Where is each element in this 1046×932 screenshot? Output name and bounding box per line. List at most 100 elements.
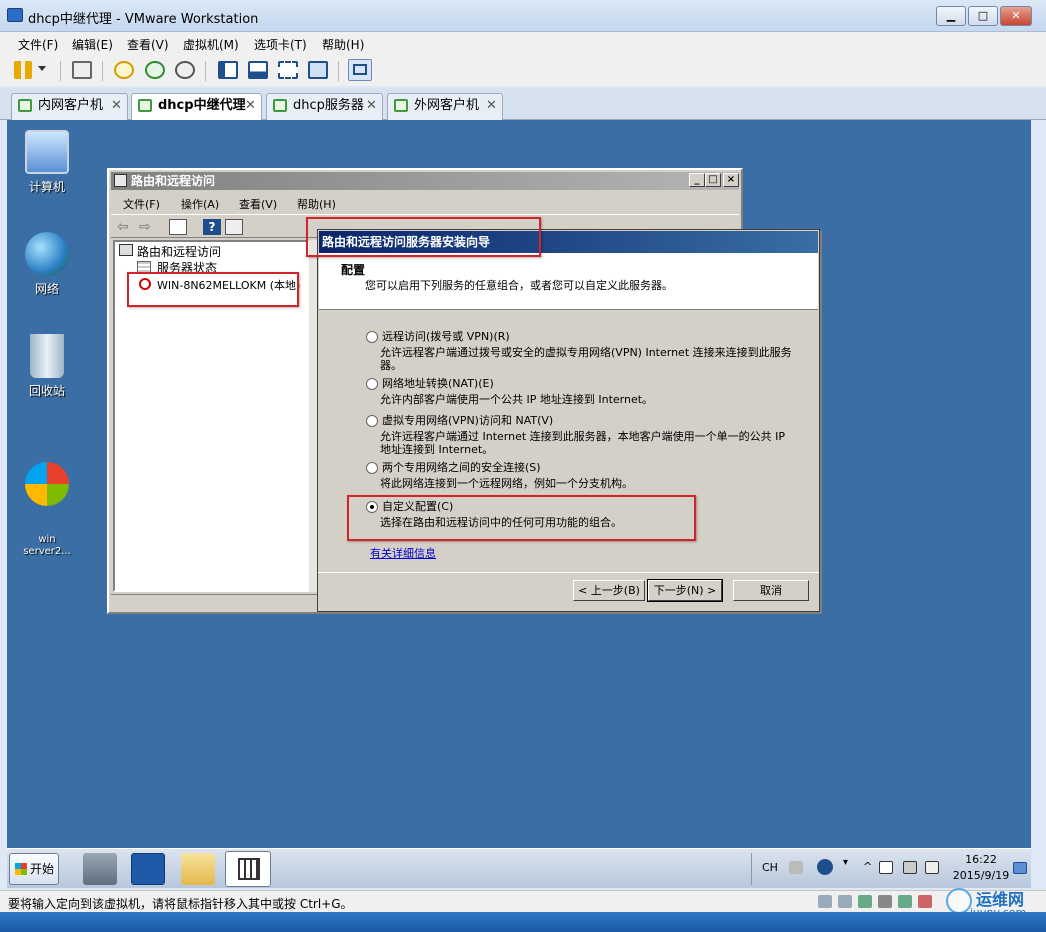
powershell-icon[interactable]	[131, 853, 165, 885]
properties-icon[interactable]	[225, 219, 243, 235]
menu-tabs[interactable]: 选项卡(T)	[254, 36, 307, 53]
menu-view[interactable]: 查看(V)	[127, 36, 169, 53]
radio-nat[interactable]	[366, 378, 378, 390]
hdd-icon[interactable]	[818, 895, 832, 908]
network-tray-icon[interactable]	[903, 861, 917, 874]
tab-close-icon[interactable]: ✕	[111, 94, 122, 118]
option-vpn-nat-label[interactable]: 虚拟专用网络(VPN)访问和 NAT(V)	[382, 414, 553, 427]
option-secure-connection-desc: 将此网络连接到一个远程网络，例如一个分支机构。	[380, 477, 633, 490]
setup-wizard-dialog: 路由和远程访问服务器安装向导 配置 您可以启用下列服务的任意组合，或者您可以自定…	[317, 229, 820, 612]
desktop-icon-win-server[interactable]: win server2...	[7, 438, 87, 582]
mmc-menu-help[interactable]: 帮助(H)	[297, 196, 336, 212]
mmc-maximize-button[interactable]: □	[705, 173, 721, 187]
send-ctrl-alt-del-icon[interactable]	[72, 61, 92, 79]
console-view-icon[interactable]	[348, 59, 372, 81]
dropdown-arrow-icon[interactable]	[38, 66, 46, 71]
routing-taskbar-button[interactable]	[225, 851, 271, 887]
back-button[interactable]: < 上一步(B)	[573, 580, 645, 601]
thumbnail-bar-icon[interactable]	[248, 61, 268, 79]
language-indicator[interactable]: CH	[762, 861, 778, 874]
tree-root[interactable]: 路由和远程访问	[137, 243, 221, 260]
wizard-heading: 配置	[341, 263, 366, 277]
flag-icon[interactable]	[879, 861, 893, 874]
more-info-link[interactable]: 有关详细信息	[370, 545, 436, 561]
desktop-icon-label: 回收站	[28, 384, 65, 398]
full-screen-icon[interactable]	[278, 61, 298, 79]
pause-icon[interactable]	[14, 61, 32, 79]
back-arrow-icon[interactable]: ⇦	[117, 219, 135, 235]
snapshot-icon[interactable]	[114, 61, 134, 79]
network-adapter-icon[interactable]	[858, 895, 872, 908]
mmc-menu-action[interactable]: 操作(A)	[181, 196, 219, 212]
clock-time[interactable]: 16:22	[963, 853, 999, 866]
option-remote-access-desc: 允许远程客户端通过拨号或安全的虚拟专用网络(VPN) Internet 连接来连…	[380, 346, 792, 372]
mmc-close-button[interactable]: ×	[723, 173, 739, 187]
host-taskbar-strip	[0, 912, 1046, 932]
option-nat-desc: 允许内部客户端使用一个公共 IP 地址连接到 Internet。	[380, 393, 654, 406]
vm-icon	[138, 99, 152, 112]
printer-icon[interactable]	[878, 895, 892, 908]
clock-date[interactable]: 2015/9/19	[951, 869, 1011, 882]
radio-vpn-nat[interactable]	[366, 415, 378, 427]
help-icon[interactable]	[817, 859, 833, 875]
show-library-icon[interactable]	[218, 61, 238, 79]
start-button[interactable]: 开始	[9, 853, 59, 885]
tab-label: 内网客户机	[38, 98, 104, 113]
toolbar-separator	[102, 61, 103, 81]
vmware-statusbar: 要将输入定向到该虚拟机，请将鼠标指针移入其中或按 Ctrl+G。	[0, 890, 1046, 912]
mmc-menu-view[interactable]: 查看(V)	[239, 196, 277, 212]
maximize-button[interactable]: □	[968, 6, 998, 26]
window-title: dhcp中继代理 - VMware Workstation	[28, 12, 259, 27]
tab-extranet-client[interactable]: 外网客户机 ✕	[387, 93, 503, 120]
radio-remote-access[interactable]	[366, 331, 378, 343]
menu-edit[interactable]: 编辑(E)	[72, 36, 113, 53]
menu-vm[interactable]: 虚拟机(M)	[183, 36, 239, 53]
show-desktop-icon[interactable]	[1013, 862, 1027, 874]
vm-tab-bar: 内网客户机 ✕ dhcp中继代理 ✕ dhcp服务器 ✕ 外网客户机 ✕	[0, 88, 1046, 121]
mmc-titlebar: 路由和远程访问 _ □ ×	[111, 172, 739, 190]
tab-intranet-client[interactable]: 内网客户机 ✕	[11, 93, 128, 120]
tab-close-icon[interactable]: ✕	[245, 94, 256, 118]
menu-help[interactable]: 帮助(H)	[322, 36, 364, 53]
radio-secure-connection[interactable]	[366, 462, 378, 474]
show-hide-tree-icon[interactable]	[169, 219, 187, 235]
menu-file[interactable]: 文件(F)	[18, 36, 58, 53]
tab-dhcp-relay[interactable]: dhcp中继代理 ✕	[131, 93, 262, 121]
desktop-icon-computer[interactable]: 计算机	[7, 130, 87, 195]
vm-icon	[18, 99, 32, 112]
option-secure-connection-label[interactable]: 两个专用网络之间的安全连接(S)	[382, 461, 541, 474]
revert-snapshot-icon[interactable]	[145, 61, 165, 79]
unity-icon[interactable]	[308, 61, 328, 79]
server-manager-icon[interactable]	[83, 853, 117, 885]
tab-label: 外网客户机	[414, 98, 480, 113]
keyboard-icon[interactable]	[789, 861, 803, 874]
tab-close-icon[interactable]: ✕	[486, 94, 497, 118]
minimize-button[interactable]: ▁	[936, 6, 966, 26]
cd-icon[interactable]	[838, 895, 852, 908]
windows-flag-icon	[15, 863, 27, 875]
cancel-button[interactable]: 取消	[733, 580, 809, 601]
sound-icon[interactable]	[918, 895, 932, 908]
option-nat-label[interactable]: 网络地址转换(NAT)(E)	[382, 377, 494, 390]
forward-arrow-icon[interactable]: ⇨	[139, 219, 157, 235]
mmc-minimize-button[interactable]: _	[689, 173, 705, 187]
wizard-divider	[318, 572, 819, 573]
help-icon[interactable]: ?	[203, 219, 221, 235]
desktop-icon-recycle-bin[interactable]: 回收站	[7, 334, 87, 399]
mmc-app-icon	[114, 174, 127, 187]
options-arrow-icon[interactable]: ▾	[843, 857, 848, 868]
tab-close-icon[interactable]: ✕	[366, 94, 377, 118]
snapshot-manager-icon[interactable]	[175, 61, 195, 79]
option-remote-access-label[interactable]: 远程访问(拨号或 VPN)(R)	[382, 330, 510, 343]
desktop-icon-network[interactable]: 网络	[7, 232, 87, 297]
highlight-box-custom-config	[347, 495, 696, 541]
window-titlebar: dhcp中继代理 - VMware Workstation ▁ □ ✕	[0, 0, 1046, 32]
close-button[interactable]: ✕	[1000, 6, 1032, 26]
tab-dhcp-server[interactable]: dhcp服务器 ✕	[266, 93, 383, 120]
show-hidden-icons[interactable]: ^	[863, 860, 872, 873]
volume-muted-icon[interactable]	[925, 861, 939, 874]
mmc-menu-file[interactable]: 文件(F)	[123, 196, 160, 212]
explorer-icon[interactable]	[181, 853, 215, 885]
next-button[interactable]: 下一步(N) >	[647, 579, 723, 602]
usb-icon[interactable]	[898, 895, 912, 908]
